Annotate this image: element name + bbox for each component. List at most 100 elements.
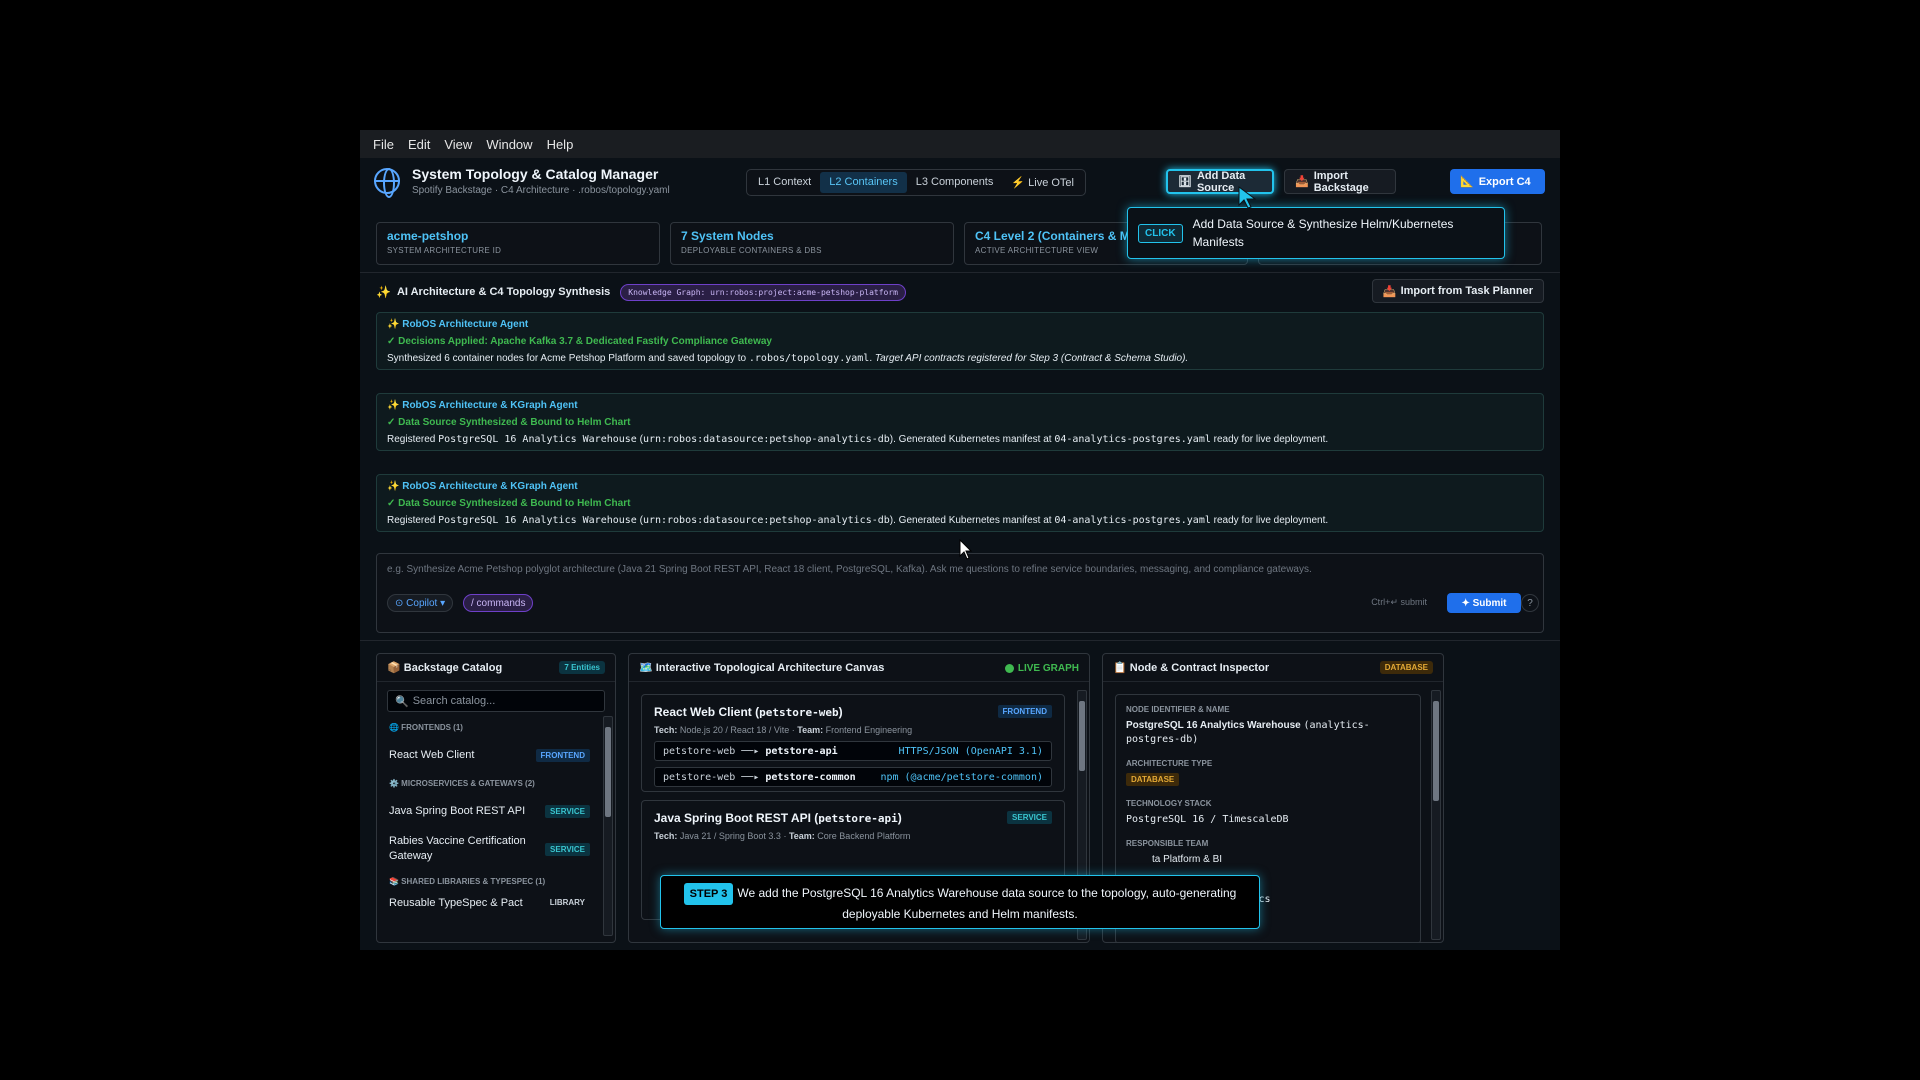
inbox-icon: 📥 <box>1295 176 1309 188</box>
team-value: Frontend Engineering <box>825 725 913 735</box>
canvas-title: 🗺️ Interactive Topological Architecture … <box>639 662 885 674</box>
divider <box>360 640 1560 641</box>
catalog-group-libraries: 📚 SHARED LIBRARIES & TYPESPEC (1) <box>389 876 546 886</box>
team-label: Team: <box>797 725 824 735</box>
tech-label: Tech: <box>654 831 678 841</box>
tab-l3-components[interactable]: L3 Components <box>907 172 1003 193</box>
agent-message: ✨ RobOS Architecture & KGraph Agent ✓ Da… <box>376 393 1544 451</box>
menu-file[interactable]: File <box>366 137 401 152</box>
node-edge[interactable]: petstore-web ──▸ petstore-api HTTPS/JSON… <box>654 741 1052 761</box>
node-name: Java Spring Boot REST API ( <box>654 811 819 825</box>
step-description: We add the PostgreSQL 16 Analytics Wareh… <box>737 886 1237 921</box>
body-text: ready for live deployment. <box>1210 515 1329 526</box>
click-callout: CLICK Add Data Source & Synthesize Helm/… <box>1127 207 1505 259</box>
canvas-header: 🗺️ Interactive Topological Architecture … <box>629 654 1089 682</box>
field-label: TECHNOLOGY STACK <box>1126 799 1212 808</box>
team-label: Team: <box>788 831 815 841</box>
node-type-tag: SERVICE <box>1007 811 1052 824</box>
live-graph-indicator: LIVE GRAPH <box>1004 663 1079 674</box>
stat-card-nodes: 7 System Nodes DEPLOYABLE CONTAINERS & D… <box>670 222 954 265</box>
catalog-item[interactable]: React Web Client FRONTEND <box>377 738 602 772</box>
edge-protocol: HTTPS/JSON (OpenAPI 3.1) <box>898 745 1044 757</box>
arrow-icon: ──▸ <box>741 745 760 757</box>
tab-live-otel[interactable]: ⚡ Live OTel <box>1002 172 1083 193</box>
catalog-item-name: Java Spring Boot REST API <box>389 804 526 817</box>
export-c4-label: Export C4 <box>1478 175 1531 188</box>
node-name: React Web Client ( <box>654 705 760 719</box>
scroll-thumb[interactable] <box>605 727 611 817</box>
tech-value: Java 21 / Spring Boot 3.3 <box>679 831 781 841</box>
inbox-icon: 📥 <box>1382 285 1397 298</box>
inspector-scrollbar[interactable] <box>1431 690 1441 940</box>
tab-l2-containers[interactable]: L2 Containers <box>820 172 907 193</box>
node-title: Java Spring Boot REST API (petstore-api) <box>654 811 1052 825</box>
code-urn: urn:robos:datasource:petshop-analytics-d… <box>642 434 890 445</box>
app-header: System Topology & Catalog Manager Spotif… <box>360 158 1560 203</box>
edge-source: petstore-web <box>663 745 736 757</box>
live-dot-icon <box>1004 664 1014 673</box>
topology-node-web[interactable]: React Web Client (petstore-web) FRONTEND… <box>641 694 1065 792</box>
live-graph-label: LIVE GRAPH <box>1017 663 1079 674</box>
catalog-item-tag: FRONTEND <box>535 748 590 762</box>
app-title: System Topology & Catalog Manager <box>412 165 659 182</box>
node-name: PostgreSQL 16 Analytics Warehouse <box>1126 720 1301 731</box>
click-callout-text: Add Data Source & Synthesize Helm/Kubern… <box>1192 217 1454 249</box>
menu-edit[interactable]: Edit <box>401 137 437 152</box>
mouse-cursor-icon <box>959 539 973 560</box>
edge-target: petstore-common <box>765 771 856 783</box>
stat-card-system-id: acme-petshop SYSTEM ARCHITECTURE ID <box>376 222 660 265</box>
catalog-group-services: ⚙️ MICROSERVICES & GATEWAYS (2) <box>389 778 535 788</box>
catalog-item-name: React Web Client <box>389 748 475 761</box>
stat-value: acme-petshop <box>387 229 469 243</box>
database-icon: 🗄 <box>1178 176 1192 188</box>
export-c4-button[interactable]: 📐 Export C4 <box>1450 169 1545 194</box>
catalog-item[interactable]: Java Spring Boot REST API SERVICE <box>377 794 602 828</box>
node-code: petstore-api <box>818 812 898 825</box>
team-value: Core Backend Platform <box>817 831 911 841</box>
import-from-task-planner-button[interactable]: 📥 Import from Task Planner <box>1371 279 1544 303</box>
agent-name: ✨ RobOS Architecture & KGraph Agent <box>387 481 578 492</box>
step-badge: STEP 3 <box>683 883 734 905</box>
import-backstage-button[interactable]: 📥 Import Backstage <box>1284 169 1396 194</box>
ai-synthesis-header: ✨ AI Architecture & C4 Topology Synthesi… <box>376 279 1544 303</box>
node-identifier: PostgreSQL 16 Analytics Warehouse (analy… <box>1126 719 1410 747</box>
agent-name: ✨ RobOS Architecture Agent <box>387 319 529 330</box>
body-text: Synthesized 6 container nodes for Acme P… <box>387 353 749 364</box>
menu-help[interactable]: Help <box>540 137 581 152</box>
globe-icon <box>374 167 400 198</box>
submit-button[interactable]: ✦ Submit <box>1447 593 1521 613</box>
catalog-item-tag: SERVICE <box>545 842 590 856</box>
scroll-thumb[interactable] <box>1433 701 1439 801</box>
edge-protocol: npm (@acme/petstore-common) <box>880 771 1043 783</box>
agent-decision: ✓ Decisions Applied: Apache Kafka 3.7 & … <box>387 336 772 347</box>
node-type-tag: FRONTEND <box>997 705 1052 718</box>
catalog-item-name: Reusable TypeSpec & Pact <box>389 897 523 909</box>
stat-label: SYSTEM ARCHITECTURE ID <box>387 246 502 255</box>
commands-button[interactable]: / commands <box>463 594 534 612</box>
import-planner-label: Import from Task Planner <box>1400 285 1533 297</box>
node-name-close: ) <box>897 811 902 825</box>
catalog-item[interactable]: Reusable TypeSpec & Pact LIBRARY <box>377 892 602 916</box>
prompt-input[interactable]: e.g. Synthesize Acme Petshop polyglot ar… <box>376 553 1544 633</box>
edge-target: petstore-api <box>765 745 838 757</box>
body-text: ). Generated Kubernetes manifest at <box>889 434 1055 445</box>
node-edge[interactable]: petstore-web ──▸ petstore-common npm (@a… <box>654 767 1052 787</box>
code-file: 04-analytics-postgres.yaml <box>1054 515 1211 526</box>
menu-view[interactable]: View <box>437 137 479 152</box>
catalog-item[interactable]: Rabies Vaccine Certification Gateway SER… <box>377 828 602 870</box>
catalog-scrollbar[interactable] <box>603 716 613 936</box>
ruler-icon: 📐 <box>1460 176 1474 188</box>
catalog-search-input[interactable]: 🔍 Search catalog... <box>387 690 605 712</box>
catalog-list: 🌐 FRONTENDS (1) React Web Client FRONTEN… <box>377 716 602 916</box>
tab-l1-context[interactable]: L1 Context <box>749 172 820 193</box>
copilot-dropdown[interactable]: ⊙ Copilot ▾ <box>387 594 454 612</box>
code-urn: urn:robos:datasource:petshop-analytics-d… <box>642 515 890 526</box>
code-file: 04-analytics-postgres.yaml <box>1054 434 1211 445</box>
entity-count-badge: 7 Entities <box>559 661 605 674</box>
menu-window[interactable]: Window <box>479 137 539 152</box>
step-caption: STEP 3 We add the PostgreSQL 16 Analytics… <box>660 875 1260 929</box>
agent-decision: ✓ Data Source Synthesized & Bound to Hel… <box>387 417 631 428</box>
body-text: Registered <box>387 434 439 445</box>
scroll-thumb[interactable] <box>1079 701 1085 771</box>
help-button[interactable]: ? <box>1521 594 1539 612</box>
